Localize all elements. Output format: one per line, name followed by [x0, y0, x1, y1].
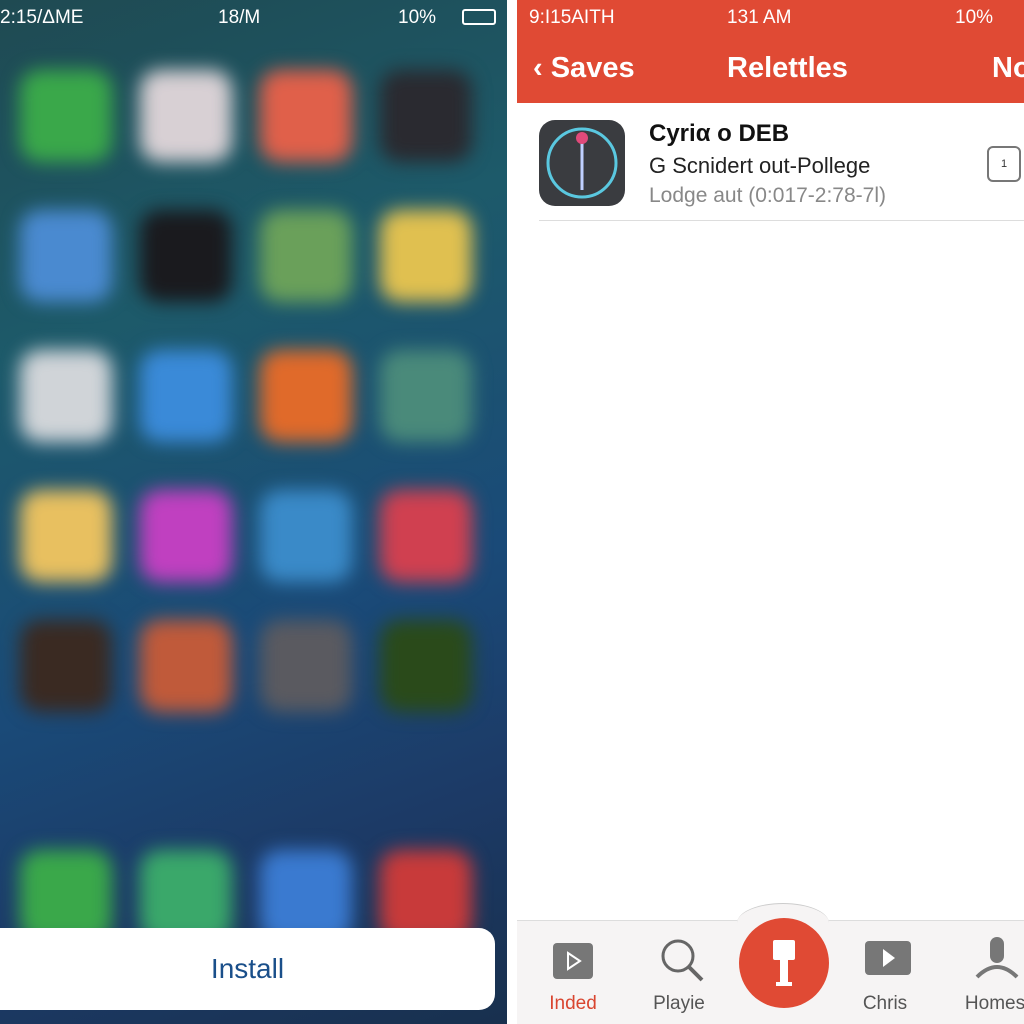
home-screen-panel: 2:15/ΔME 18/M 10% Install	[0, 0, 507, 1024]
battery-percent: 10%	[955, 7, 994, 28]
app-icon[interactable]	[260, 620, 352, 712]
status-bar-right: 9:I15AITH 131 AM 10%	[517, 0, 1024, 34]
app-icon[interactable]	[140, 490, 232, 582]
signal-time: 2:15/ΔME	[0, 7, 84, 28]
tab-label: Inded	[549, 993, 597, 1014]
status-center: 131 AM	[727, 7, 792, 28]
app-icon[interactable]	[260, 70, 352, 162]
center-install-button[interactable]	[739, 918, 829, 1008]
header: 9:I15AITH 131 AM 10% ‹ Saves Relettles N…	[517, 0, 1024, 103]
app-icon[interactable]	[140, 210, 232, 302]
package-icon	[553, 943, 593, 979]
tab-chris[interactable]: Chris	[835, 921, 935, 1024]
app-icon[interactable]	[260, 210, 352, 302]
search-icon	[661, 939, 704, 982]
battery-icon	[462, 9, 496, 25]
tab-label: Playie	[653, 993, 705, 1014]
app-icon[interactable]	[260, 350, 352, 442]
app-icon[interactable]	[140, 350, 232, 442]
battery-percent: 10%	[398, 7, 437, 28]
app-icon[interactable]	[380, 490, 472, 582]
app-icon[interactable]	[20, 620, 112, 712]
tab-playie[interactable]: Playie	[629, 921, 729, 1024]
status-center: 18/M	[218, 7, 261, 28]
package-manager-panel: 9:I15AITH 131 AM 10% ‹ Saves Relettles N…	[517, 0, 1024, 1024]
app-icon[interactable]	[380, 350, 472, 442]
app-icon[interactable]	[380, 70, 472, 162]
app-icon[interactable]	[140, 620, 232, 712]
nav-right-button[interactable]: No	[992, 52, 1024, 85]
item-badge[interactable]: 1	[987, 146, 1021, 182]
status-bar-left: 2:15/ΔME 18/M 10%	[0, 0, 507, 34]
app-icon[interactable]	[380, 210, 472, 302]
signal-time: 9:I15AITH	[529, 7, 615, 28]
app-icon[interactable]	[20, 350, 112, 442]
list-item[interactable]: Cyriα o DEB G Scnidert out-Pollege Lodge…	[539, 118, 1024, 221]
app-icon[interactable]	[20, 210, 112, 302]
install-button[interactable]: Install	[0, 928, 495, 1010]
blurred-app-grid	[0, 0, 507, 1024]
app-icon[interactable]	[20, 490, 112, 582]
item-subtitle: G Scnidert out-Pollege	[649, 153, 871, 178]
divider	[507, 0, 517, 1024]
tab-inded[interactable]: Inded	[523, 921, 623, 1024]
video-icon	[865, 941, 911, 975]
item-title: Cyriα o DEB	[649, 120, 790, 147]
tab-label: Chris	[862, 993, 908, 1014]
package-icon	[539, 120, 625, 206]
tab-label: Homes	[964, 993, 1024, 1014]
tab-homes[interactable]: Homes	[945, 921, 1024, 1024]
nav-title: Relettles	[727, 52, 848, 84]
app-icon[interactable]	[260, 490, 352, 582]
person-icon	[975, 937, 1019, 979]
app-icon[interactable]	[380, 620, 472, 712]
back-label: Saves	[550, 52, 635, 84]
item-detail: Lodge aut (0:017-2:78-7l)	[649, 184, 886, 207]
app-icon[interactable]	[140, 70, 232, 162]
app-icon[interactable]	[20, 70, 112, 162]
install-center-icon	[773, 940, 795, 986]
back-button[interactable]: ‹ Saves	[533, 52, 635, 85]
